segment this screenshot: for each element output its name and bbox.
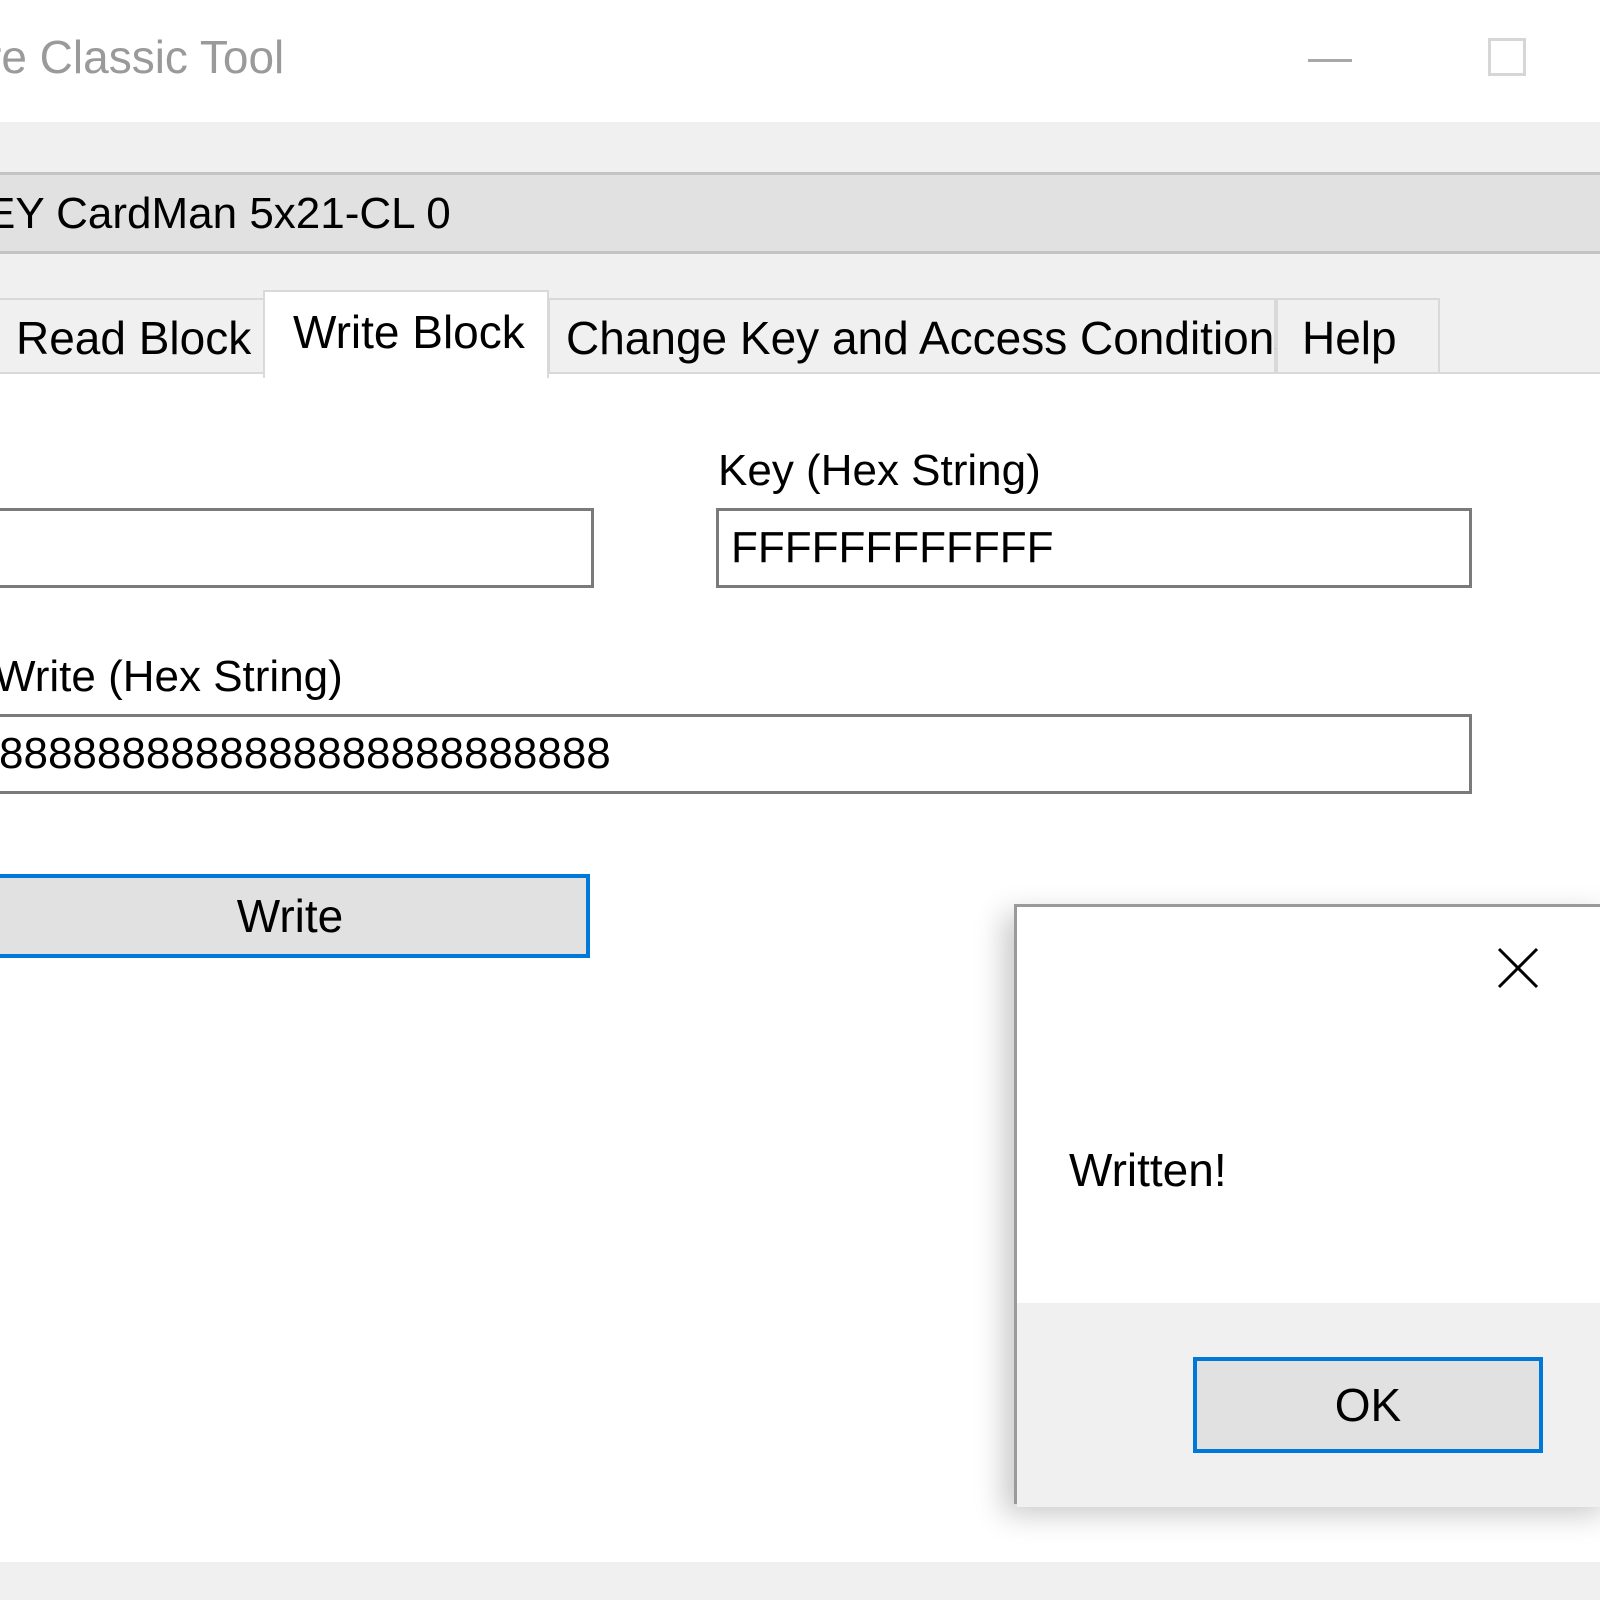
close-icon[interactable] [1495, 945, 1541, 991]
tab-change-key-and-access-conditions[interactable]: Change Key and Access Conditions [548, 298, 1297, 374]
dialog-button-bar: OK [1017, 1303, 1600, 1507]
title-bar[interactable]: re Classic Tool [0, 0, 1600, 122]
tab-write-block[interactable]: Write Block [263, 290, 549, 378]
write-button[interactable]: Write [0, 874, 590, 958]
key-input[interactable]: FFFFFFFFFFFF [716, 508, 1472, 588]
tab-read-block[interactable]: Read Block [0, 298, 266, 374]
block-number-label: ) [0, 446, 1, 496]
reader-select-value: EY CardMan 5x21-CL 0 [0, 189, 451, 238]
maximize-button[interactable] [1470, 30, 1540, 90]
reader-select[interactable]: EY CardMan 5x21-CL 0 [0, 172, 1600, 254]
ok-button[interactable]: OK [1193, 1357, 1543, 1453]
key-label: Key (Hex String) [718, 446, 1041, 495]
app-window: re Classic Tool EY CardMan 5x21-CL 0 Rea… [0, 0, 1600, 1600]
data-input[interactable]: 8888888888888888888888888 [0, 714, 1472, 794]
window-title: re Classic Tool [0, 31, 285, 83]
maximize-icon [1488, 38, 1526, 76]
block-number-input[interactable] [0, 508, 594, 588]
minimize-icon [1308, 59, 1352, 62]
message-text: Written! [1069, 1144, 1227, 1196]
message-dialog: Written! OK [1014, 904, 1600, 1507]
data-label: Write (Hex String) [0, 652, 343, 701]
window-bottom-edge [0, 1562, 1600, 1600]
tab-help[interactable]: Help [1276, 298, 1440, 374]
minimize-button[interactable] [1300, 30, 1360, 90]
